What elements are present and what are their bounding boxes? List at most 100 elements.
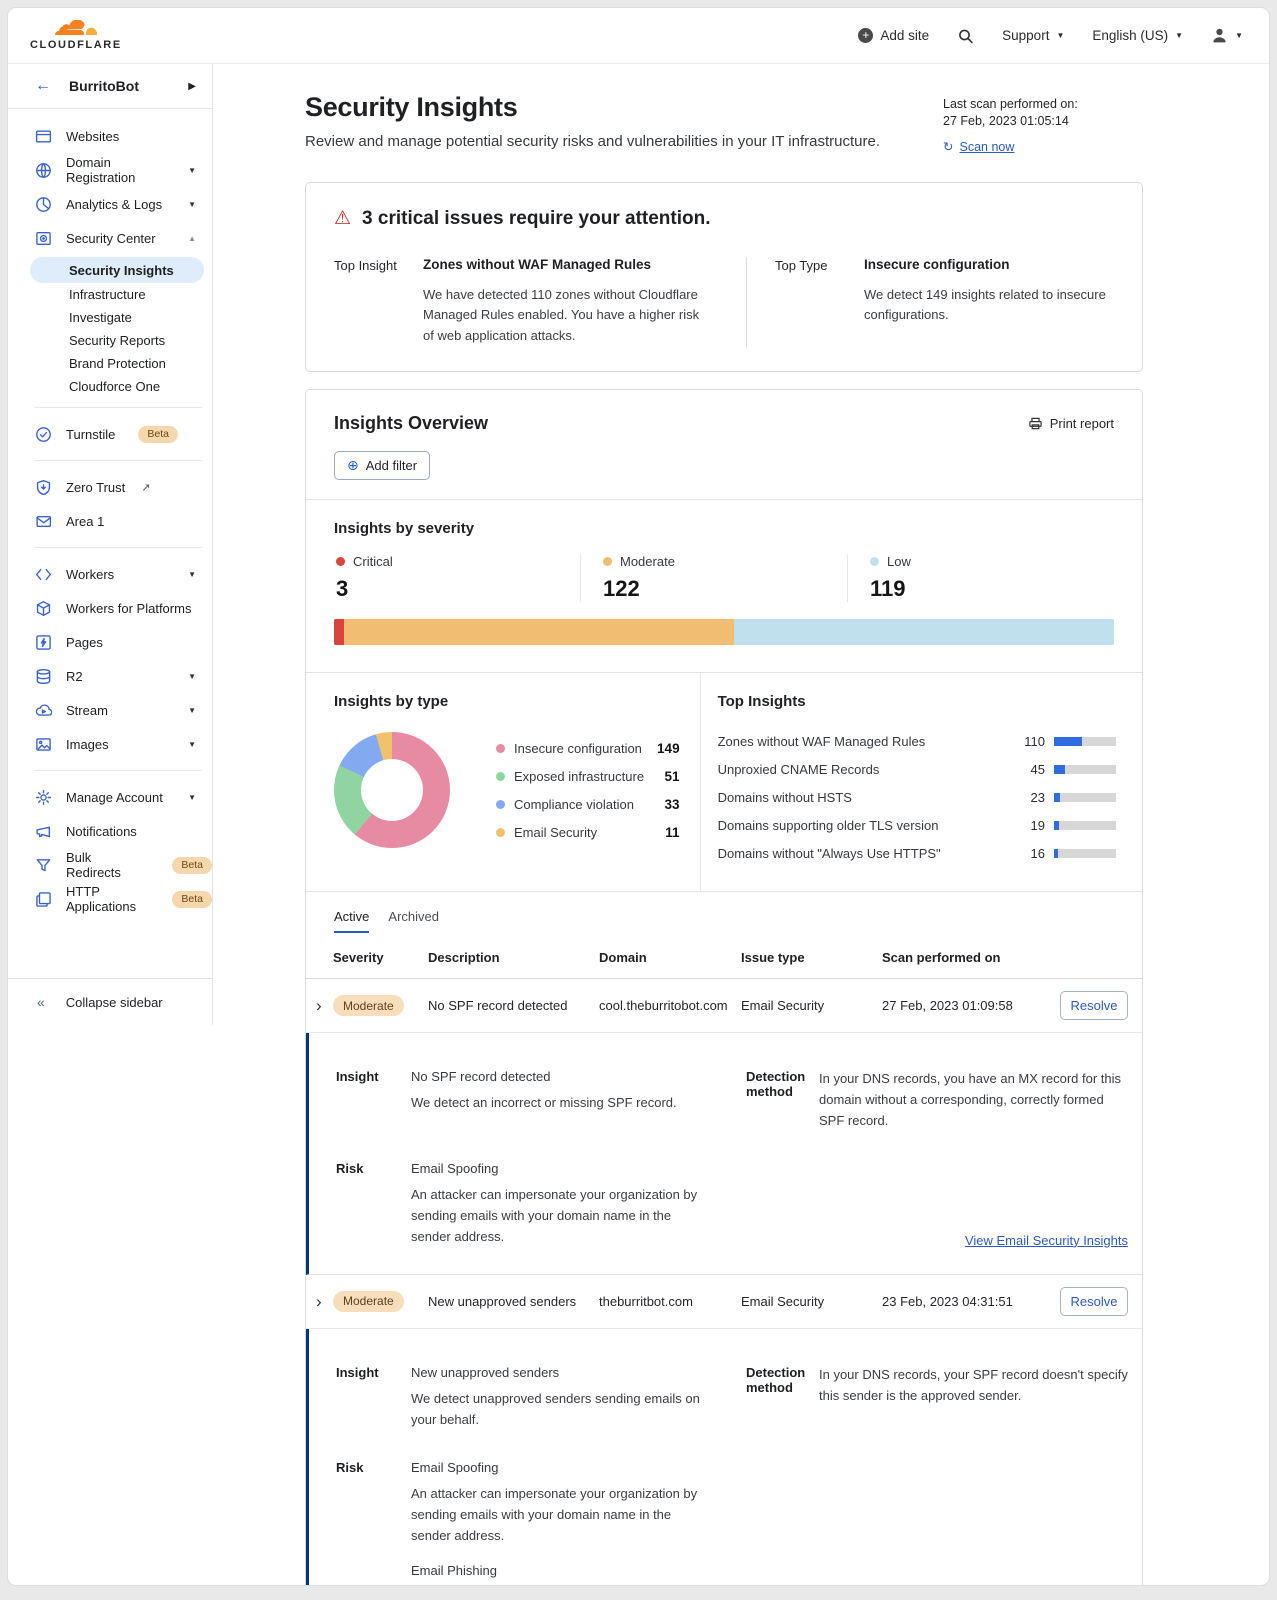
- legend-dot: [496, 828, 505, 837]
- tab-active[interactable]: Active: [334, 909, 369, 933]
- back-arrow-icon[interactable]: ←: [35, 77, 51, 95]
- detection-method-label: Detection method: [746, 1365, 819, 1431]
- refresh-icon: ↻: [943, 139, 953, 156]
- row-scan-date: 23 Feb, 2023 04:31:51: [882, 1294, 1060, 1309]
- sidebar-item-security-insights[interactable]: Security Insights: [30, 257, 204, 283]
- sidebar-item-infrastructure[interactable]: Infrastructure: [30, 283, 204, 306]
- sidebar-item-images[interactable]: Images ▼: [8, 727, 212, 761]
- top-header: CLOUDFLARE + Add site Support ▼ English …: [8, 8, 1269, 64]
- legend-dot: [496, 772, 505, 781]
- legend-item: Email Security11: [496, 825, 680, 840]
- plus-icon: +: [858, 28, 873, 43]
- critical-count: 3: [336, 576, 580, 602]
- insight-label: Insight: [336, 1069, 411, 1131]
- severity-badge: Moderate: [333, 995, 404, 1016]
- table-row[interactable]: › Moderate No SPF record detected cool.t…: [306, 979, 1142, 1033]
- sidebar-item-notifications[interactable]: Notifications: [8, 814, 212, 848]
- print-report-button[interactable]: Print report: [1028, 416, 1114, 431]
- sidebar-item-security-reports[interactable]: Security Reports: [30, 329, 204, 352]
- image-icon: [35, 736, 52, 753]
- chevron-down-icon: ▼: [1235, 31, 1243, 40]
- sidebar-item-websites[interactable]: Websites: [8, 119, 212, 153]
- last-scan-label: Last scan performed on:: [943, 96, 1143, 113]
- chevron-down-icon: ▼: [188, 166, 196, 175]
- severity-critical: Critical 3: [334, 554, 580, 602]
- expand-chevron-icon[interactable]: ›: [316, 997, 333, 1014]
- legend-item: Exposed infrastructure51: [496, 769, 680, 784]
- chevron-up-icon: ▲: [188, 234, 196, 243]
- add-site-button[interactable]: + Add site: [858, 28, 929, 43]
- sidebar-item-security-center[interactable]: Security Center ▲: [8, 221, 212, 255]
- sidebar-item-zero-trust[interactable]: Zero Trust ↗: [8, 470, 212, 504]
- sidebar-item-analytics-logs[interactable]: Analytics & Logs ▼: [8, 187, 212, 221]
- chevron-down-icon: ▼: [188, 793, 196, 802]
- sidebar-item-stream[interactable]: Stream ▼: [8, 693, 212, 727]
- bar-fill: [1054, 737, 1082, 746]
- critical-segment: [334, 619, 344, 645]
- sidebar-item-turnstile[interactable]: Turnstile Beta: [8, 417, 212, 451]
- security-center-icon: [35, 230, 52, 247]
- severity-badge: Moderate: [333, 1291, 404, 1312]
- last-scan-time: 27 Feb, 2023 01:05:14: [943, 113, 1143, 130]
- severity-low: Low 119: [847, 554, 1114, 602]
- support-label: Support: [1002, 28, 1049, 43]
- resolve-button[interactable]: Resolve: [1060, 991, 1128, 1020]
- collapse-sidebar-button[interactable]: « Collapse sidebar: [8, 978, 212, 1025]
- view-email-security-insights-link[interactable]: View Email Security Insights: [965, 1233, 1128, 1248]
- sidebar-item-brand-protection[interactable]: Brand Protection: [30, 352, 204, 375]
- sidebar-item-r2[interactable]: R2 ▼: [8, 659, 212, 693]
- forward-chevron-icon[interactable]: ▶: [188, 81, 196, 92]
- critical-issues-title: 3 critical issues require your attention…: [362, 208, 710, 230]
- top-insights-section: Top Insights Zones without WAF Managed R…: [701, 673, 1142, 891]
- add-site-label: Add site: [880, 28, 929, 43]
- sidebar-item-investigate[interactable]: Investigate: [30, 306, 204, 329]
- cloudflare-logo[interactable]: CLOUDFLARE: [30, 20, 122, 51]
- sidebar-item-cloudforce-one[interactable]: Cloudforce One: [30, 375, 204, 398]
- plus-icon: ⊕: [347, 457, 359, 474]
- sidebar-item-http-applications[interactable]: HTTP Applications Beta: [8, 882, 212, 916]
- severity-moderate: Moderate 122: [580, 554, 847, 602]
- row-scan-date: 27 Feb, 2023 01:09:58: [882, 998, 1060, 1013]
- overview-title: Insights Overview: [334, 413, 488, 434]
- sidebar-item-pages[interactable]: Pages: [8, 625, 212, 659]
- sidebar-item-domain-registration[interactable]: Domain Registration ▼: [8, 153, 212, 187]
- sidebar-item-manage-account[interactable]: Manage Account ▼: [8, 780, 212, 814]
- severity-stacked-bar: [334, 619, 1114, 645]
- risk-description: An attacker can impersonate your organiz…: [411, 1185, 711, 1247]
- cloudflare-logo-text: CLOUDFLARE: [30, 40, 122, 51]
- insights-by-severity-section: Insights by severity Critical 3 Moderate…: [306, 499, 1142, 672]
- insight-title: No SPF record detected: [411, 1069, 711, 1084]
- bar-track: [1054, 765, 1116, 774]
- main-content: Security Insights Review and manage pote…: [213, 64, 1269, 1585]
- table-row[interactable]: › Moderate New unapproved senders thebur…: [306, 1275, 1142, 1329]
- moderate-dot: [603, 557, 612, 566]
- sidebar-item-area-1[interactable]: Area 1: [8, 504, 212, 538]
- top-insight-row: Domains supporting older TLS version19: [718, 818, 1116, 833]
- user-menu[interactable]: ▼: [1211, 27, 1243, 44]
- layers-icon: [35, 891, 52, 908]
- support-menu[interactable]: Support ▼: [1002, 28, 1064, 43]
- sidebar-item-bulk-redirects[interactable]: Bulk Redirects Beta: [8, 848, 212, 882]
- detection-method-text: In your DNS records, you have an MX reco…: [819, 1069, 1128, 1131]
- scan-now-link[interactable]: ↻ Scan now: [943, 139, 1143, 156]
- sidebar-item-workers-for-platforms[interactable]: Workers for Platforms: [8, 591, 212, 625]
- code-brackets-icon: [35, 566, 52, 583]
- printer-icon: [1028, 416, 1043, 431]
- account-switcher[interactable]: ← BurritoBot ▶: [8, 64, 212, 109]
- insight-description: We detect an incorrect or missing SPF re…: [411, 1093, 711, 1114]
- expand-chevron-icon[interactable]: ›: [316, 1293, 333, 1310]
- top-insight-row: Domains without "Always Use HTTPS"16: [718, 846, 1116, 861]
- bar-track: [1054, 849, 1116, 858]
- resolve-button[interactable]: Resolve: [1060, 1287, 1128, 1316]
- tab-archived[interactable]: Archived: [388, 909, 439, 933]
- chevron-down-icon: ▼: [1175, 31, 1183, 40]
- page-title: Security Insights: [305, 92, 880, 123]
- detection-method-text: In your DNS records, your SPF record doe…: [819, 1365, 1128, 1431]
- language-menu[interactable]: English (US) ▼: [1092, 28, 1183, 43]
- sidebar-item-workers[interactable]: Workers ▼: [8, 557, 212, 591]
- add-filter-button[interactable]: ⊕ Add filter: [334, 451, 430, 480]
- lightning-icon: [35, 634, 52, 651]
- beta-badge: Beta: [138, 426, 178, 443]
- sidebar: ← BurritoBot ▶ Websites Domain Registrat…: [8, 64, 213, 1025]
- search-icon[interactable]: [957, 28, 974, 44]
